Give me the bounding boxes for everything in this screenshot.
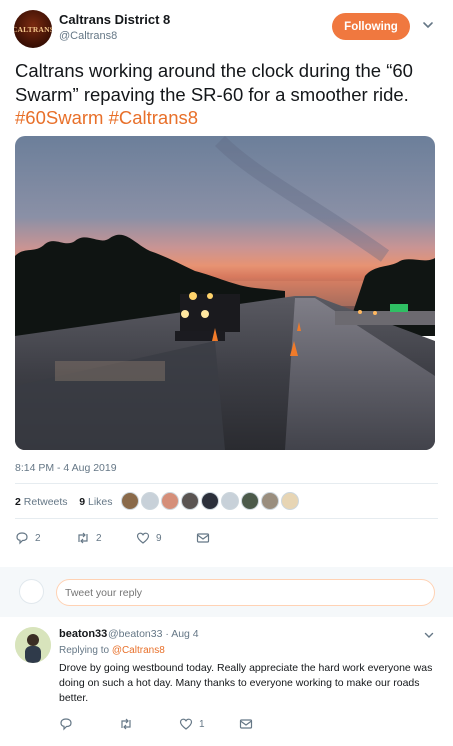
reply-icon — [60, 718, 72, 731]
reply-like-action[interactable]: 1 — [179, 717, 205, 731]
liker-avatar[interactable] — [241, 492, 259, 510]
liker-avatar[interactable] — [141, 492, 159, 510]
liker-avatar[interactable] — [281, 492, 299, 510]
replying-to-label: Replying to — [59, 645, 112, 656]
like-icon — [179, 718, 193, 730]
chevron-down-icon[interactable] — [423, 629, 435, 641]
replying-to-handle[interactable]: @Caltrans8 — [112, 645, 165, 656]
liker-avatar[interactable] — [161, 492, 179, 510]
author-display-name[interactable]: Caltrans District 8 — [59, 12, 170, 27]
liker-avatar[interactable] — [221, 492, 239, 510]
chevron-down-icon[interactable] — [421, 18, 435, 32]
replying-to: Replying to @Caltrans8 — [59, 645, 165, 656]
divider — [15, 483, 438, 484]
liker-avatar[interactable] — [261, 492, 279, 510]
reply-reply-action[interactable] — [59, 717, 73, 731]
tweet-text: Caltrans working around the clock during… — [15, 59, 440, 130]
current-user-avatar — [19, 579, 44, 604]
reply-action[interactable]: 2 — [15, 531, 41, 545]
message-action[interactable] — [196, 531, 210, 545]
likes-label[interactable]: Likes — [88, 496, 113, 508]
reply-message-action[interactable] — [239, 717, 253, 731]
message-icon — [239, 719, 253, 729]
avatar-logo-text: CALTRANS — [14, 24, 52, 34]
road-sunset-photo — [15, 136, 435, 450]
person-avatar-image — [15, 627, 51, 663]
author-handle[interactable]: @Caltrans8 — [59, 30, 117, 42]
likes-count[interactable]: 9 — [79, 496, 85, 508]
tweet-header: CALTRANS Caltrans District 8 @Caltrans8 … — [0, 0, 453, 56]
retweet-action[interactable]: 2 — [76, 531, 102, 545]
reply-icon — [16, 532, 28, 545]
reply-like-count: 1 — [199, 718, 205, 730]
retweets-label[interactable]: Retweets — [24, 496, 68, 508]
divider — [15, 518, 438, 519]
retweet-icon — [78, 532, 88, 544]
retweet-icon — [121, 718, 131, 730]
reply-retweet-action[interactable] — [119, 717, 133, 731]
retweet-count: 2 — [96, 532, 102, 544]
hashtag-caltrans8[interactable]: #Caltrans8 — [109, 107, 198, 128]
retweets-count[interactable]: 2 — [15, 496, 21, 508]
like-icon — [136, 532, 150, 544]
like-count: 9 — [156, 532, 162, 544]
reply-author-meta[interactable]: @beaton33 · Aug 4 — [108, 628, 199, 640]
reply-author-avatar[interactable] — [15, 627, 51, 663]
tweet-timestamp[interactable]: 8:14 PM - 4 Aug 2019 — [15, 462, 117, 474]
hashtag-60swarm[interactable]: #60Swarm — [15, 107, 103, 128]
reply-count: 2 — [35, 532, 41, 544]
message-icon — [196, 533, 210, 543]
caltrans-avatar[interactable]: CALTRANS — [14, 10, 52, 48]
tweet-stats: 2 Retweets 9 Likes — [15, 496, 113, 508]
reply-author-name[interactable]: beaton33 — [59, 628, 107, 640]
following-button[interactable]: Following — [332, 13, 410, 40]
liker-avatar[interactable] — [181, 492, 199, 510]
tweet-reply-input[interactable] — [56, 579, 435, 606]
tweet-text-body: Caltrans working around the clock during… — [15, 60, 413, 105]
liker-avatar[interactable] — [201, 492, 219, 510]
liker-avatars — [121, 492, 299, 510]
tweet-photo[interactable] — [15, 136, 435, 450]
reply-composer — [0, 567, 453, 617]
liker-avatar[interactable] — [121, 492, 139, 510]
reply-text: Drove by going westbound today. Really a… — [59, 662, 433, 704]
reply-tweet: beaton33 @beaton33 · Aug 4 Replying to @… — [0, 617, 453, 746]
like-action[interactable]: 9 — [136, 531, 162, 545]
